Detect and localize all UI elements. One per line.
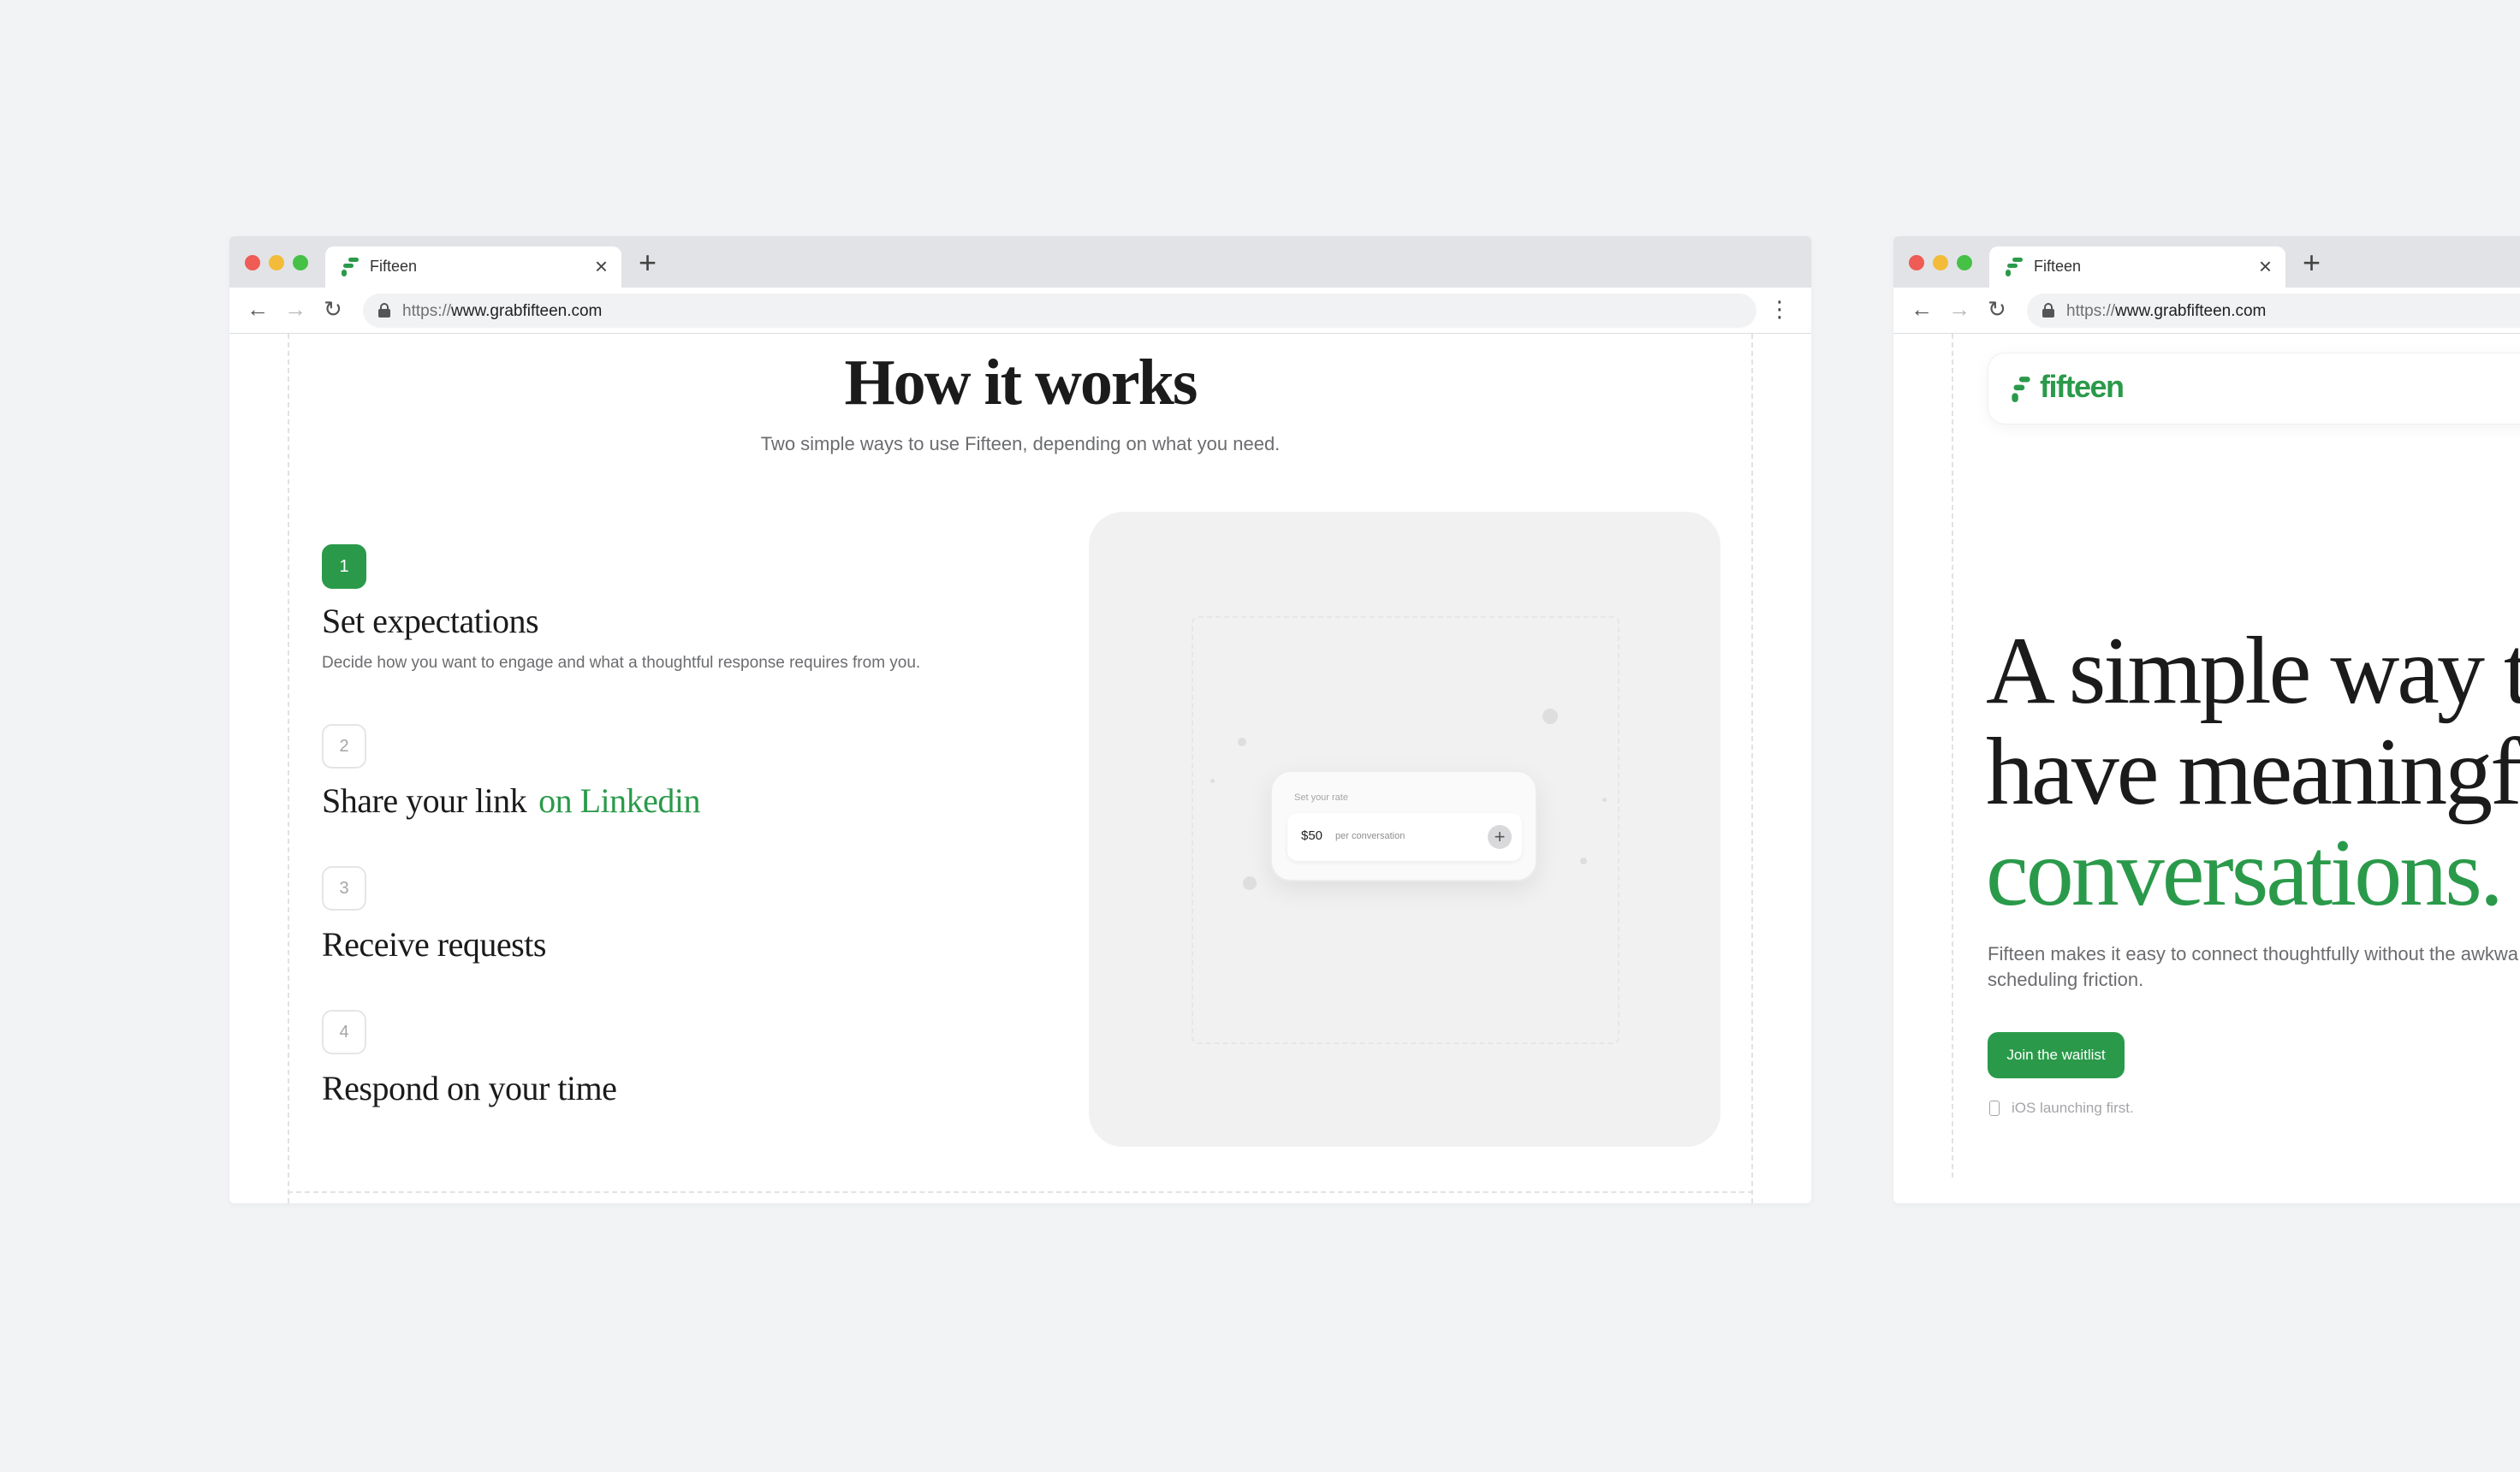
browser-window-landing: Fifteen × + ← → ↻ https://www.grabfiftee… [1893,236,2520,1203]
decor-bubble [1580,858,1587,864]
tab-title: Fifteen [370,258,418,275]
guide-line [288,334,289,1203]
decor-bubble [1602,798,1607,802]
step-2-badge[interactable]: 2 [322,724,366,769]
browser-tab[interactable]: Fifteen × [1989,246,2285,288]
decor-bubble [1238,738,1246,746]
address-bar[interactable]: https://www.grabfifteen.com [2027,294,2520,328]
tab-title: Fifteen [2034,258,2082,275]
ios-note: iOS launching first. [2012,1100,2134,1116]
browser-window-how-it-works: Fifteen × + ← → ↻ https://www.grabfiftee… [229,236,1811,1203]
forward-arrow-icon[interactable]: → [284,296,306,323]
page-subtitle: Two simple ways to use Fifteen, dependin… [760,433,1281,454]
hero-line-2: have meaningf [1986,719,2520,825]
decor-bubble [1210,779,1215,783]
browser-tab[interactable]: Fifteen × [325,246,621,288]
reload-icon[interactable]: ↻ [324,296,342,323]
browser-toolbar: ← → ↻ https://www.grabfifteen.com [1893,288,2520,334]
page-content: How it works Two simple ways to use Fift… [229,334,1811,1203]
site-header: fifteen [1988,353,2520,424]
fifteen-logo-icon[interactable] [2011,376,2031,403]
hero-subtitle: Fifteen makes it easy to connect thought… [1988,943,2518,990]
browser-toolbar: ← → ↻ https://www.grabfifteen.com ⋮ [229,288,1811,334]
browser-menu-icon[interactable]: ⋮ [1768,296,1791,323]
url-text: https://www.grabfifteen.com [402,302,603,320]
step-1-description: Decide how you want to engage and what a… [322,654,921,672]
step-illustration: Set your rate $50 per conversation + [1089,512,1721,1147]
phone-icon [1989,1101,2000,1116]
lock-icon [378,303,390,318]
lock-icon [2042,303,2054,318]
reload-icon[interactable]: ↻ [1988,296,2006,323]
step-1-title[interactable]: Set expectations [322,601,539,641]
step-4-badge[interactable]: 4 [322,1010,366,1054]
close-tab-icon[interactable]: × [2259,253,2272,280]
hero-line-1: A simple way t [1986,618,2520,724]
close-window-button[interactable] [245,255,260,270]
address-bar[interactable]: https://www.grabfifteen.com [363,294,1756,328]
tab-bar: Fifteen × + [229,236,1811,288]
back-arrow-icon[interactable]: ← [247,296,269,323]
step-1-badge[interactable]: 1 [322,544,366,589]
back-arrow-icon[interactable]: ← [1911,296,1933,323]
maximize-window-button[interactable] [1957,255,1972,270]
minimize-window-button[interactable] [269,255,284,270]
url-text: https://www.grabfifteen.com [2066,302,2267,320]
close-window-button[interactable] [1909,255,1924,270]
guide-line [288,1191,1753,1193]
maximize-window-button[interactable] [293,255,308,270]
page-title: How it works [844,347,1198,418]
step-3-badge[interactable]: 3 [322,866,366,911]
hero-line-3: conversations. [1986,820,2504,926]
rate-card: Set your rate $50 per conversation + [1270,770,1537,881]
rate-amount: $50 [1301,828,1323,843]
guide-line [1952,334,1953,1178]
close-tab-icon[interactable]: × [595,253,608,280]
fifteen-logo-icon [2006,258,2023,276]
step-3-title[interactable]: Receive requests [322,924,546,965]
forward-arrow-icon[interactable]: → [1948,296,1970,323]
minimize-window-button[interactable] [1933,255,1948,270]
step-4-title[interactable]: Respond on your time [322,1068,617,1108]
rate-field: $50 per conversation + [1287,813,1522,861]
join-waitlist-button[interactable]: Join the waitlist [1988,1032,2125,1078]
page-content: fifteen A simple way t have meaningf con… [1893,334,2520,1203]
plus-icon: + [1488,825,1512,849]
new-tab-icon[interactable]: + [639,245,657,281]
rate-unit: per conversation [1335,831,1406,841]
rate-label: Set your rate [1294,792,1348,803]
decor-bubble [1243,876,1257,890]
step-2-title[interactable]: Share your link on Linkedin [322,781,701,821]
decor-bubble [1542,709,1558,724]
brand-name[interactable]: fifteen [2040,369,2125,405]
step-2-accent: on Linkedin [538,781,701,820]
fifteen-logo-icon [342,258,359,276]
new-tab-icon[interactable]: + [2303,245,2321,281]
guide-line [1751,334,1753,1203]
tab-bar: Fifteen × + [1893,236,2520,288]
